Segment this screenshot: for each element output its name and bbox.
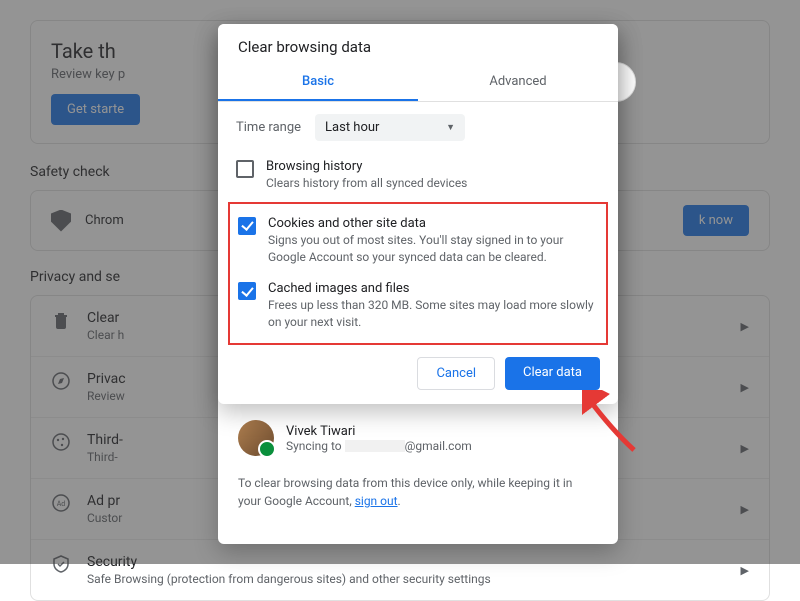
- account-section: Vivek Tiwari Syncing to @gmail.com To cl…: [218, 414, 618, 510]
- checkbox-cache[interactable]: [238, 282, 256, 300]
- checkbox-history[interactable]: [236, 160, 254, 178]
- dialog-title: Clear browsing data: [218, 24, 618, 64]
- chevron-right-icon: ▶: [741, 564, 749, 577]
- tab-basic[interactable]: Basic: [218, 64, 418, 101]
- clear-browsing-dialog: Clear browsing data Basic Advanced Time …: [218, 24, 618, 404]
- clear-data-button[interactable]: Clear data: [505, 357, 600, 390]
- dropdown-icon: ▼: [446, 122, 455, 133]
- avatar: [238, 420, 274, 456]
- annotation-arrow: [582, 390, 652, 460]
- redacted-email: [345, 440, 405, 452]
- time-range-value: Last hour: [325, 120, 379, 135]
- checkbox-cookies[interactable]: [238, 217, 256, 235]
- device-note: To clear browsing data from this device …: [238, 476, 572, 508]
- cancel-button[interactable]: Cancel: [417, 357, 495, 390]
- option-cache[interactable]: Cached images and files Frees up less th…: [238, 273, 598, 339]
- dialog-tabs: Basic Advanced: [218, 64, 618, 102]
- time-range-select[interactable]: Last hour ▼: [315, 114, 465, 141]
- time-range-label: Time range: [236, 120, 301, 135]
- user-name: Vivek Tiwari: [286, 424, 472, 439]
- tab-advanced[interactable]: Advanced: [418, 64, 618, 101]
- option-browsing-history[interactable]: Browsing history Clears history from all…: [236, 151, 600, 200]
- sync-status: Syncing to @gmail.com: [286, 439, 472, 453]
- highlighted-options: Cookies and other site data Signs you ou…: [228, 202, 608, 345]
- dialog-body[interactable]: Time range Last hour ▼ Browsing history …: [218, 102, 618, 347]
- dialog-footer: Cancel Clear data: [218, 347, 618, 404]
- sign-out-link[interactable]: sign out: [355, 494, 398, 508]
- option-cookies[interactable]: Cookies and other site data Signs you ou…: [238, 208, 598, 274]
